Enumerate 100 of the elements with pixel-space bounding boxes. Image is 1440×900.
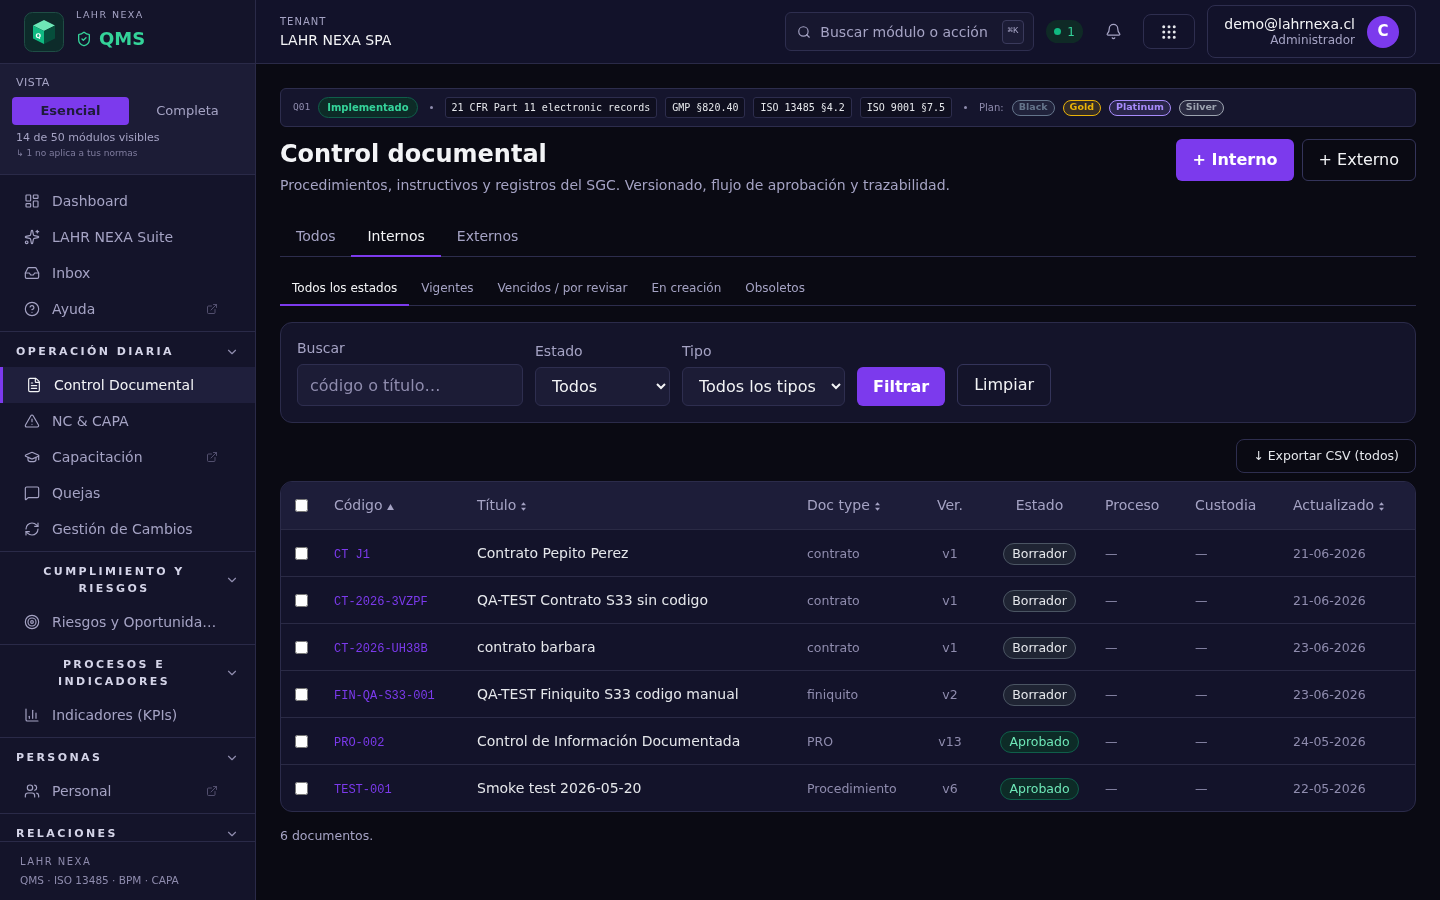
tab[interactable]: Externos xyxy=(440,218,535,257)
column-header: Doc type xyxy=(807,496,870,515)
process-value: — xyxy=(1105,781,1118,796)
standard-tag: ISO 9001 §7.5 xyxy=(859,97,953,118)
page-title: Control documental xyxy=(280,139,548,169)
field-label: Tipo xyxy=(682,343,713,360)
document-count: 6 documentos. xyxy=(280,827,375,845)
modules-note: ↳ 1 no aplica a tus normas xyxy=(15,147,139,159)
updated-date: 23-06-2026 xyxy=(1293,640,1366,655)
updated-date: 22-05-2026 xyxy=(1293,781,1366,796)
sidebar-item[interactable]: Control Documental xyxy=(0,367,255,403)
sidebar-item[interactable]: NC & CAPA xyxy=(0,403,255,439)
status-select[interactable]: Todos xyxy=(535,367,670,406)
version-number: v6 xyxy=(942,781,958,796)
document-icon xyxy=(26,377,42,393)
sidebar-item[interactable]: Gestión de Cambios xyxy=(0,511,255,547)
sort-icon[interactable] xyxy=(874,502,880,511)
status-tab[interactable]: En creación xyxy=(639,272,734,306)
refresh-icon xyxy=(24,521,40,537)
row-checkbox[interactable] xyxy=(295,781,308,795)
status-badge: Borrador xyxy=(1003,684,1076,707)
custody-value: — xyxy=(1195,734,1208,749)
tab[interactable]: Internos xyxy=(351,218,441,257)
document-type: Procedimiento xyxy=(807,781,897,796)
users-icon xyxy=(24,783,40,799)
version-number: v1 xyxy=(942,593,958,608)
new-external-button[interactable]: + Externo xyxy=(1301,139,1416,181)
product-name: QMS xyxy=(99,28,146,50)
select-all-checkbox[interactable] xyxy=(295,499,308,512)
section-header[interactable]: PERSONAS xyxy=(0,738,255,773)
sort-icon[interactable] xyxy=(1379,502,1385,511)
sidebar-item[interactable]: Riesgos y Oportunida… xyxy=(0,604,255,640)
user-menu[interactable]: demo@lahrnexa.cl Administrador C xyxy=(1207,5,1416,58)
user-email: demo@lahrnexa.cl xyxy=(1224,15,1355,33)
row-checkbox[interactable] xyxy=(295,687,308,701)
filter-button[interactable]: Filtrar xyxy=(857,367,946,406)
search-input[interactable]: código o título… xyxy=(297,364,523,406)
status-tab[interactable]: Obsoletos xyxy=(733,272,817,306)
status-badge: Borrador xyxy=(1003,590,1076,613)
status-tab[interactable]: Vigentes xyxy=(409,272,486,306)
sidebar-item[interactable]: Indicadores (KPIs) xyxy=(0,697,255,733)
sidebar-item[interactable]: Personal xyxy=(0,773,255,809)
section-header[interactable]: CUMPLIMIENTO Y RIESGOS xyxy=(0,552,255,604)
new-internal-button[interactable]: + Interno xyxy=(1176,139,1294,181)
sort-ascending-icon[interactable] xyxy=(386,504,394,510)
status-badge: Borrador xyxy=(1003,637,1076,660)
export-csv-button[interactable]: ↓ Exportar CSV (todos) xyxy=(1236,439,1416,473)
version-number: v13 xyxy=(938,734,962,749)
sidebar-item[interactable]: Capacitación xyxy=(0,439,255,475)
view-toggle[interactable]: Completa xyxy=(129,97,246,125)
inbox-icon xyxy=(24,265,40,281)
sidebar-item[interactable]: LAHR NEXA Suite xyxy=(0,219,255,255)
user-role: Administrador xyxy=(1270,33,1355,48)
page-subtitle: Procedimientos, instructivos y registros del SGC. Versionado, flujo de aprobación y trazabilidad. xyxy=(280,176,950,195)
document-title: Contrato Pepito Perez xyxy=(477,545,629,561)
plan-tag: Gold xyxy=(1062,99,1101,116)
status-tab[interactable]: Vencidos / por revisar xyxy=(485,272,640,306)
footer-tagline: QMS · ISO 13485 · BPM · CAPA xyxy=(20,873,180,887)
section-header[interactable]: OPERACIÓN DIARIA xyxy=(0,332,255,367)
row-checkbox[interactable] xyxy=(295,640,308,654)
process-value: — xyxy=(1105,640,1118,655)
updated-date: 24-05-2026 xyxy=(1293,734,1366,749)
sort-icon[interactable] xyxy=(521,502,527,511)
process-code: Q01 xyxy=(293,100,311,115)
apps-button[interactable] xyxy=(1143,14,1195,49)
bell-icon xyxy=(1104,23,1122,40)
plan-tag: Platinum xyxy=(1108,99,1171,116)
status-tab[interactable]: Todos los estados xyxy=(280,272,410,306)
row-checkbox[interactable] xyxy=(295,546,308,560)
field-label: Buscar xyxy=(297,340,346,357)
document-title: Control de Información Documentada xyxy=(477,733,741,749)
sidebar-item[interactable]: Inbox xyxy=(0,255,255,291)
version-number: v2 xyxy=(942,687,958,702)
clear-button[interactable]: Limpiar xyxy=(957,364,1052,406)
dot-grid-icon xyxy=(1160,22,1178,41)
sparkles-icon xyxy=(24,229,40,245)
type-select[interactable]: Todos los tipos xyxy=(682,367,845,406)
row-checkbox[interactable] xyxy=(295,734,308,748)
footer-company: LAHR NEXA xyxy=(20,855,93,869)
row-checkbox[interactable] xyxy=(295,593,308,607)
modules-summary: 14 de 50 módulos visibles xyxy=(15,131,161,145)
tenant-name: LAHR NEXA SPA xyxy=(280,30,392,49)
standard-tag: ISO 13485 §4.2 xyxy=(753,97,852,118)
custody-value: — xyxy=(1195,546,1208,561)
plan-tag: Silver xyxy=(1178,99,1224,116)
sidebar-item[interactable]: Dashboard xyxy=(0,183,255,219)
process-value: — xyxy=(1105,546,1118,561)
section-header[interactable]: PROCESOS E INDICADORES xyxy=(0,645,255,697)
sidebar-item[interactable]: Quejas xyxy=(0,475,255,511)
online-count: 1 xyxy=(1067,24,1075,39)
plan-label: Plan: xyxy=(979,101,1004,115)
sidebar-item[interactable]: Ayuda xyxy=(0,291,255,327)
section-header[interactable]: RELACIONES xyxy=(0,814,255,841)
column-header: Proceso xyxy=(1105,496,1160,515)
process-value: — xyxy=(1105,687,1118,702)
document-type: contrato xyxy=(807,640,860,655)
document-title: QA-TEST Contrato S33 sin codigo xyxy=(477,592,709,608)
tab[interactable]: Todos xyxy=(280,218,352,257)
field-label: Estado xyxy=(535,343,584,360)
column-header: Actualizado xyxy=(1293,496,1375,515)
